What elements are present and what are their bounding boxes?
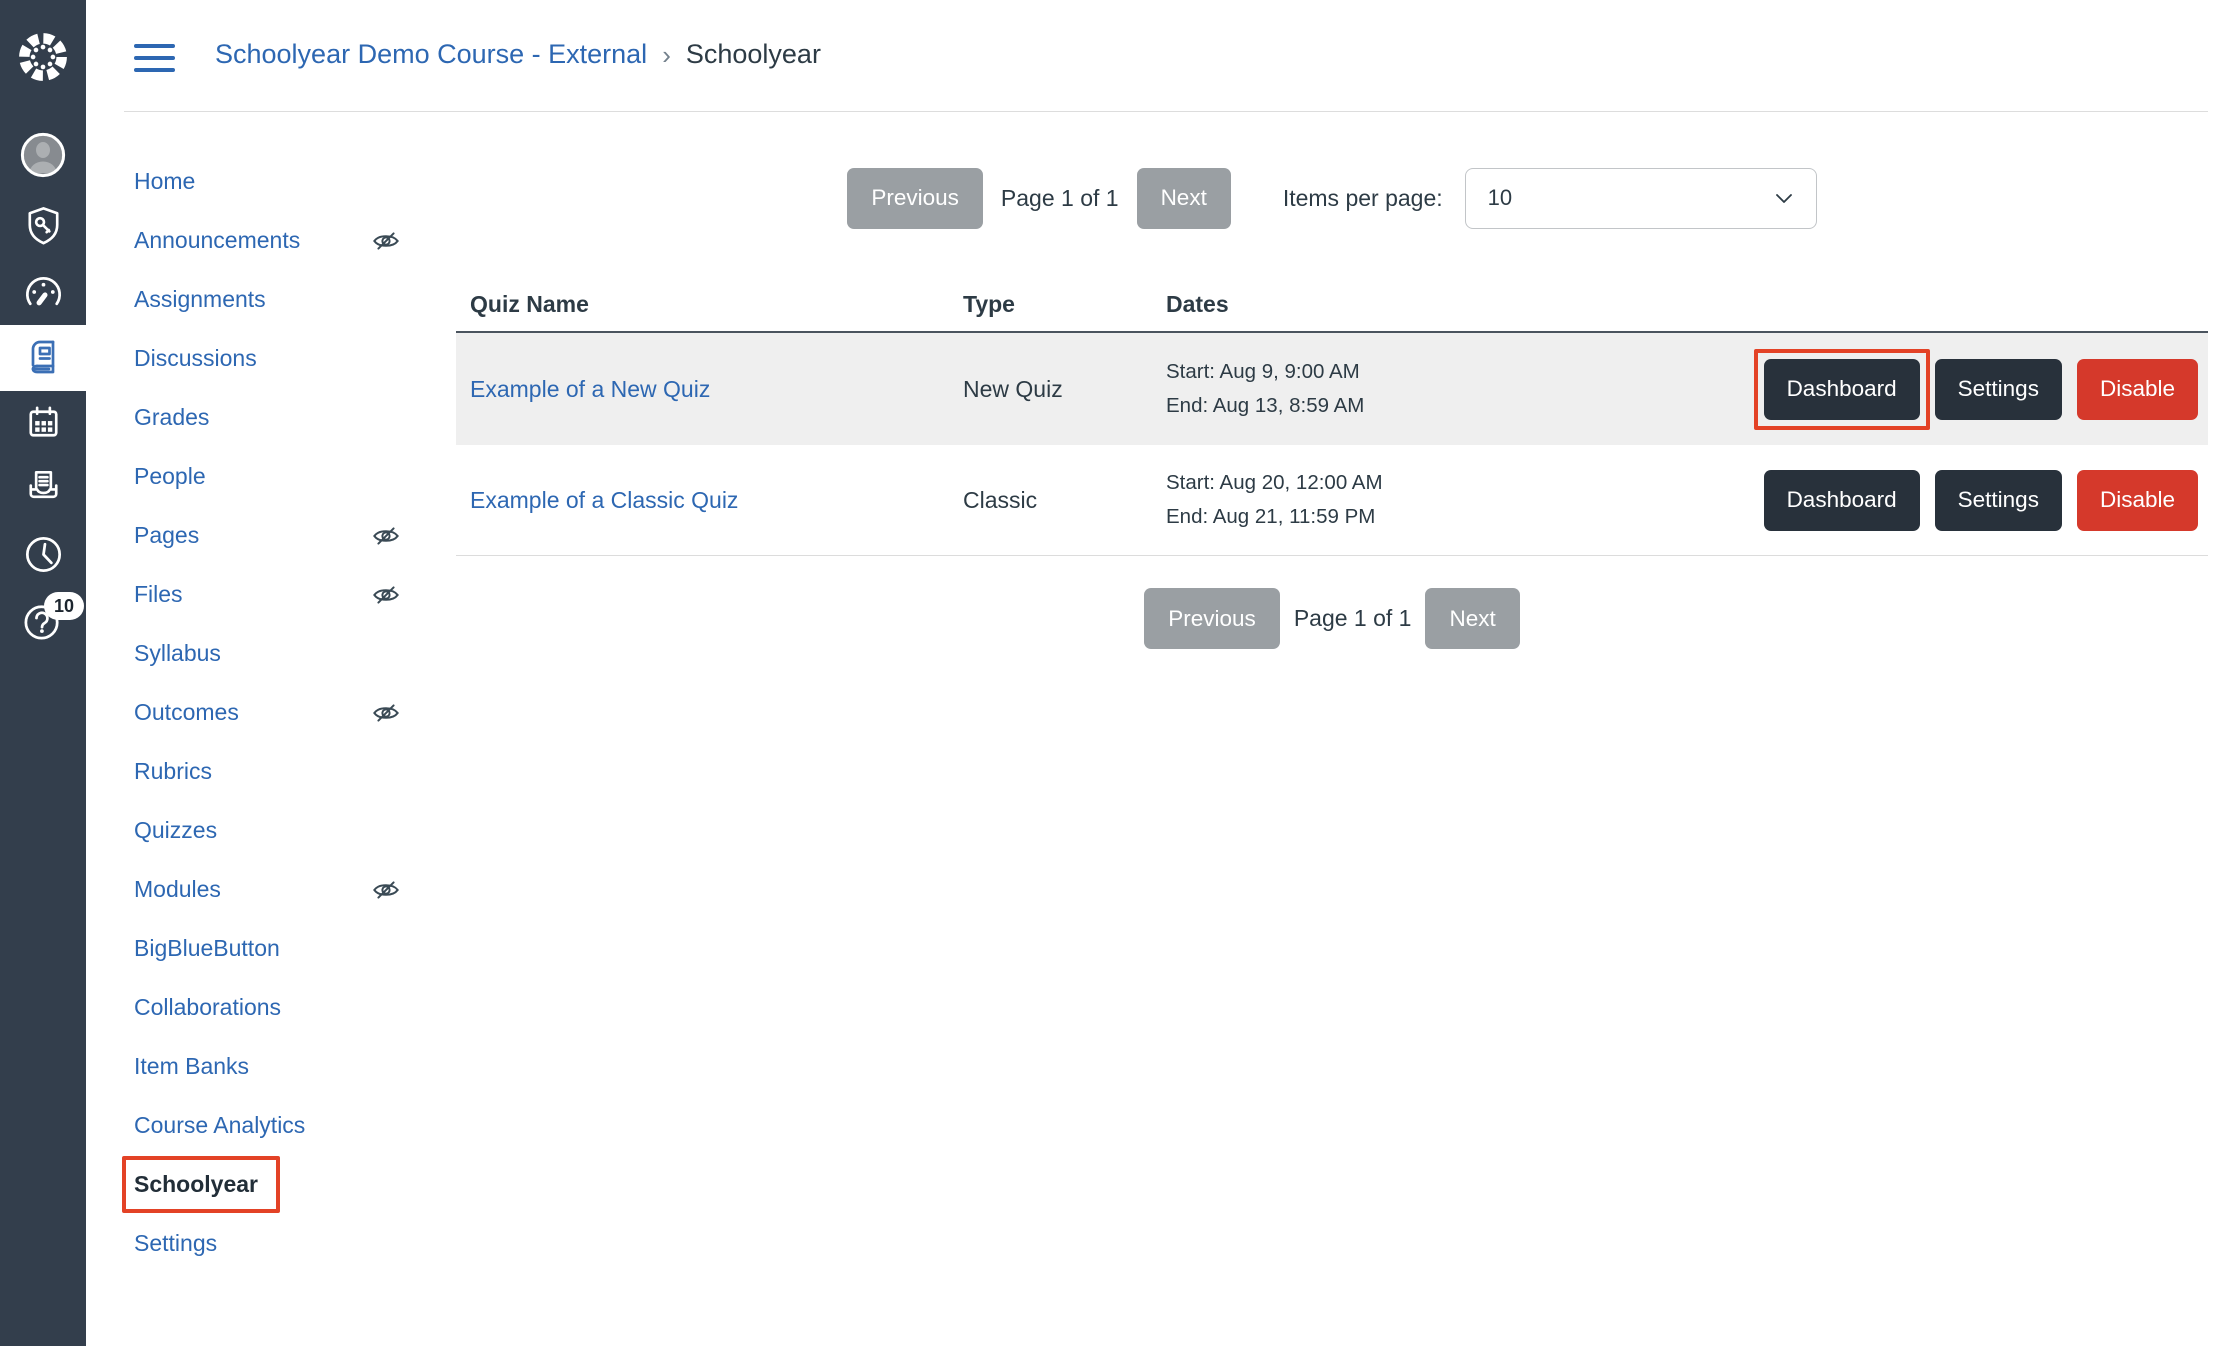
- hamburger-menu-button[interactable]: [134, 44, 175, 72]
- quiz-actions-cell: Dashboard Settings Disable: [1726, 470, 2208, 531]
- top-pagination-bar: Previous Page 1 of 1 Next Items per page…: [456, 167, 2208, 229]
- course-nav-item-settings[interactable]: Settings: [134, 1214, 440, 1273]
- quiz-start-date: Start: Aug 9, 9:00 AM: [1166, 355, 1726, 389]
- breadcrumb: Schoolyear Demo Course - External › Scho…: [215, 38, 821, 71]
- course-nav-active-label[interactable]: Schoolyear: [134, 1171, 258, 1198]
- dashboard-button[interactable]: Dashboard: [1764, 359, 1920, 420]
- canvas-logo-icon: [15, 29, 71, 85]
- course-nav-item-schoolyear[interactable]: Schoolyear: [134, 1155, 440, 1214]
- items-per-page-value: 10: [1488, 185, 1512, 211]
- inbox-menu[interactable]: [0, 464, 86, 511]
- bottom-pagination-bar: Previous Page 1 of 1 Next: [456, 588, 2208, 649]
- disable-button[interactable]: Disable: [2077, 470, 2198, 531]
- dashboard-gauge-icon: [20, 270, 67, 317]
- course-nav-item-grades[interactable]: Grades: [134, 388, 440, 447]
- settings-button[interactable]: Settings: [1935, 470, 2062, 531]
- page-status-top: Page 1 of 1: [1001, 185, 1119, 212]
- course-nav-item-syllabus[interactable]: Syllabus: [134, 624, 440, 683]
- course-nav-item-bigbluebutton[interactable]: BigBlueButton: [134, 919, 440, 978]
- hidden-eye-off-icon: [372, 876, 400, 904]
- settings-button[interactable]: Settings: [1935, 359, 2062, 420]
- quiz-type-cell: New Quiz: [963, 376, 1166, 403]
- help-badge-count: 10: [54, 596, 74, 617]
- header-divider: [124, 111, 2208, 112]
- quiz-dates-cell: Start: Aug 20, 12:00 AM End: Aug 21, 11:…: [1166, 466, 1726, 534]
- breadcrumb-current-page: Schoolyear: [686, 39, 821, 70]
- calendar-menu[interactable]: [0, 400, 86, 447]
- course-nav-item-collaborations[interactable]: Collaborations: [134, 978, 440, 1037]
- disable-button[interactable]: Disable: [2077, 359, 2198, 420]
- breadcrumb-separator-icon: ›: [662, 38, 671, 71]
- breadcrumb-course-link[interactable]: Schoolyear Demo Course - External: [215, 39, 647, 70]
- quiz-table-row: Example of a New Quiz New Quiz Start: Au…: [456, 333, 2208, 445]
- courses-book-icon: [19, 334, 67, 382]
- column-header-dates: Dates: [1166, 291, 1726, 318]
- hidden-eye-off-icon: [372, 581, 400, 609]
- quiz-end-date: End: Aug 13, 8:59 AM: [1166, 389, 1726, 423]
- course-nav-item-home[interactable]: Home: [134, 152, 440, 211]
- inbox-tray-icon: [20, 464, 67, 511]
- course-nav-item-outcomes[interactable]: Outcomes: [134, 683, 440, 742]
- quiz-link[interactable]: Example of a New Quiz: [470, 376, 710, 402]
- hidden-eye-off-icon: [372, 227, 400, 255]
- course-nav: Home Announcements Assignments Discussio…: [134, 152, 440, 1273]
- items-per-page-select[interactable]: 10: [1465, 168, 1817, 229]
- hidden-eye-off-icon: [372, 699, 400, 727]
- dashboard-annotation-box: Dashboard: [1754, 349, 1930, 430]
- quiz-dates-cell: Start: Aug 9, 9:00 AM End: Aug 13, 8:59 …: [1166, 355, 1726, 423]
- courses-menu-active[interactable]: [0, 325, 86, 391]
- admin-menu[interactable]: [0, 202, 86, 249]
- quiz-table-header: Quiz Name Type Dates: [456, 277, 2208, 333]
- calendar-icon: [20, 400, 67, 447]
- schoolyear-quiz-page: 10 Schoolyear Demo Course - External › S…: [0, 0, 2234, 1346]
- quiz-name-cell: Example of a New Quiz: [456, 376, 963, 403]
- account-avatar[interactable]: [0, 131, 86, 179]
- history-menu[interactable]: [0, 531, 86, 578]
- page-status-bottom: Page 1 of 1: [1294, 605, 1412, 632]
- course-nav-item-assignments[interactable]: Assignments: [134, 270, 440, 329]
- quiz-table-row: Example of a Classic Quiz Classic Start:…: [456, 445, 2208, 556]
- schoolyear-annotation-box: Schoolyear: [122, 1156, 280, 1213]
- column-header-type: Type: [963, 291, 1166, 318]
- course-nav-item-item-banks[interactable]: Item Banks: [134, 1037, 440, 1096]
- next-page-button-bottom[interactable]: Next: [1425, 588, 1519, 649]
- hidden-eye-off-icon: [372, 522, 400, 550]
- quiz-table: Quiz Name Type Dates Example of a New Qu…: [456, 277, 2208, 556]
- course-nav-item-files[interactable]: Files: [134, 565, 440, 624]
- course-nav-item-rubrics[interactable]: Rubrics: [134, 742, 440, 801]
- global-nav-sidebar: 10: [0, 0, 86, 1346]
- course-nav-item-course-analytics[interactable]: Course Analytics: [134, 1096, 440, 1155]
- chevron-down-icon: [1772, 186, 1796, 210]
- course-nav-item-discussions[interactable]: Discussions: [134, 329, 440, 388]
- course-nav-item-pages[interactable]: Pages: [134, 506, 440, 565]
- course-nav-item-modules[interactable]: Modules: [134, 860, 440, 919]
- quiz-link[interactable]: Example of a Classic Quiz: [470, 487, 738, 513]
- canvas-logo[interactable]: [0, 29, 86, 85]
- previous-page-button-bottom[interactable]: Previous: [1144, 588, 1280, 649]
- quiz-type-cell: Classic: [963, 487, 1166, 514]
- admin-shield-key-icon: [20, 202, 67, 249]
- quiz-start-date: Start: Aug 20, 12:00 AM: [1166, 466, 1726, 500]
- dashboard-button[interactable]: Dashboard: [1764, 470, 1920, 531]
- course-nav-item-quizzes[interactable]: Quizzes: [134, 801, 440, 860]
- quiz-actions-cell: Dashboard Settings Disable: [1726, 359, 2208, 420]
- quiz-name-cell: Example of a Classic Quiz: [456, 487, 963, 514]
- next-page-button-top[interactable]: Next: [1137, 168, 1231, 229]
- course-nav-item-announcements[interactable]: Announcements: [134, 211, 440, 270]
- dashboard-menu[interactable]: [0, 270, 86, 317]
- course-nav-item-people[interactable]: People: [134, 447, 440, 506]
- account-avatar-icon: [19, 131, 67, 179]
- help-badge: 10: [44, 592, 84, 620]
- previous-page-button-top[interactable]: Previous: [847, 168, 983, 229]
- items-per-page-label: Items per page:: [1283, 185, 1443, 212]
- column-header-quiz-name: Quiz Name: [456, 291, 963, 318]
- history-clock-icon: [20, 531, 67, 578]
- quiz-end-date: End: Aug 21, 11:59 PM: [1166, 500, 1726, 534]
